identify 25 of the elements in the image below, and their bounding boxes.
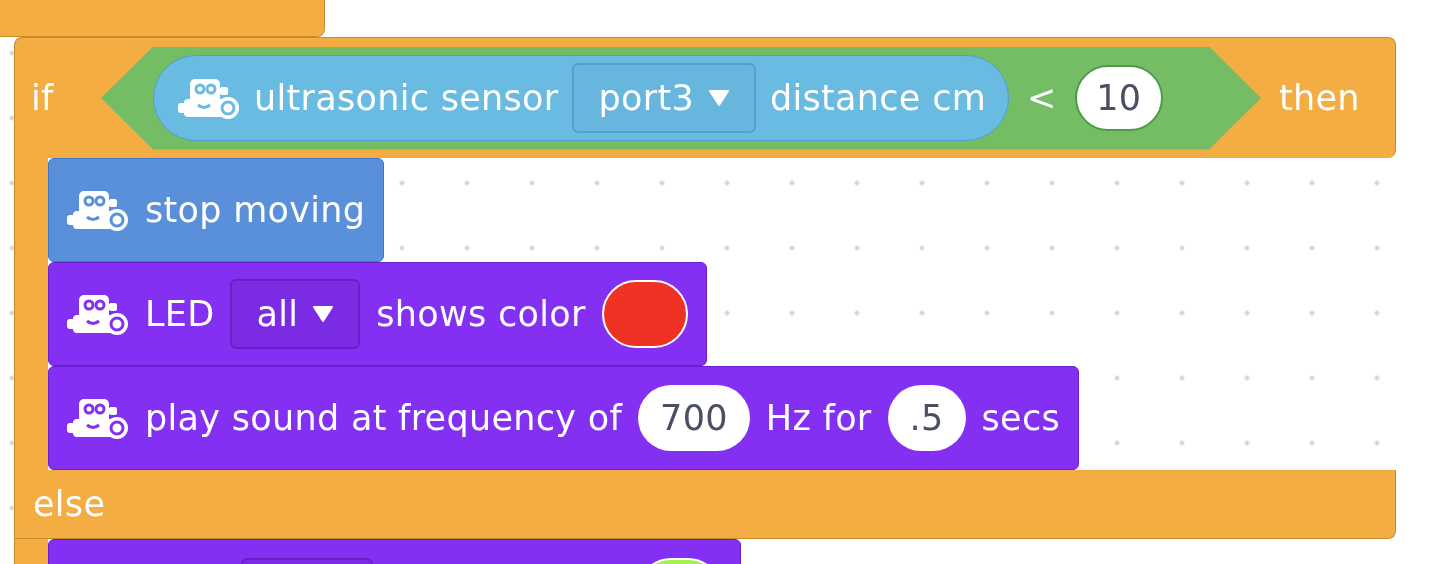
block-label: Hz for [765, 398, 872, 438]
block-label: play sound at frequency of [145, 398, 623, 438]
robot-icon [67, 189, 129, 231]
dropdown[interactable]: all [230, 279, 361, 349]
robot-icon [178, 77, 240, 119]
caret-icon [708, 89, 730, 107]
forever-block[interactable] [0, 0, 325, 37]
if-block[interactable]: if ultrasonic sensor port3 distance cm < 10 then [14, 37, 1396, 158]
caret-icon [312, 305, 335, 323]
block-label: stop moving [145, 190, 366, 230]
robot-icon [67, 397, 129, 439]
light-block[interactable]: LED all shows color [48, 262, 707, 366]
number-input[interactable]: 700 [638, 385, 750, 451]
block-label: secs [981, 398, 1060, 438]
comparison-block[interactable]: ultrasonic sensor port3 distance cm < 10 [101, 46, 1261, 150]
block-label: distance cm [770, 78, 987, 118]
number-input[interactable]: 10 [1074, 65, 1163, 131]
block-label: shows color [376, 294, 586, 334]
else-bar: else [14, 470, 1396, 539]
robot-icon [67, 293, 129, 335]
number-input[interactable]: .5 [887, 385, 966, 451]
operator-label: < [1027, 78, 1057, 118]
block-label: ultrasonic sensor [254, 78, 559, 118]
light-block[interactable]: play sound at frequency of 700 Hz for .5 secs [48, 366, 1079, 470]
block-label: LED [145, 294, 215, 334]
